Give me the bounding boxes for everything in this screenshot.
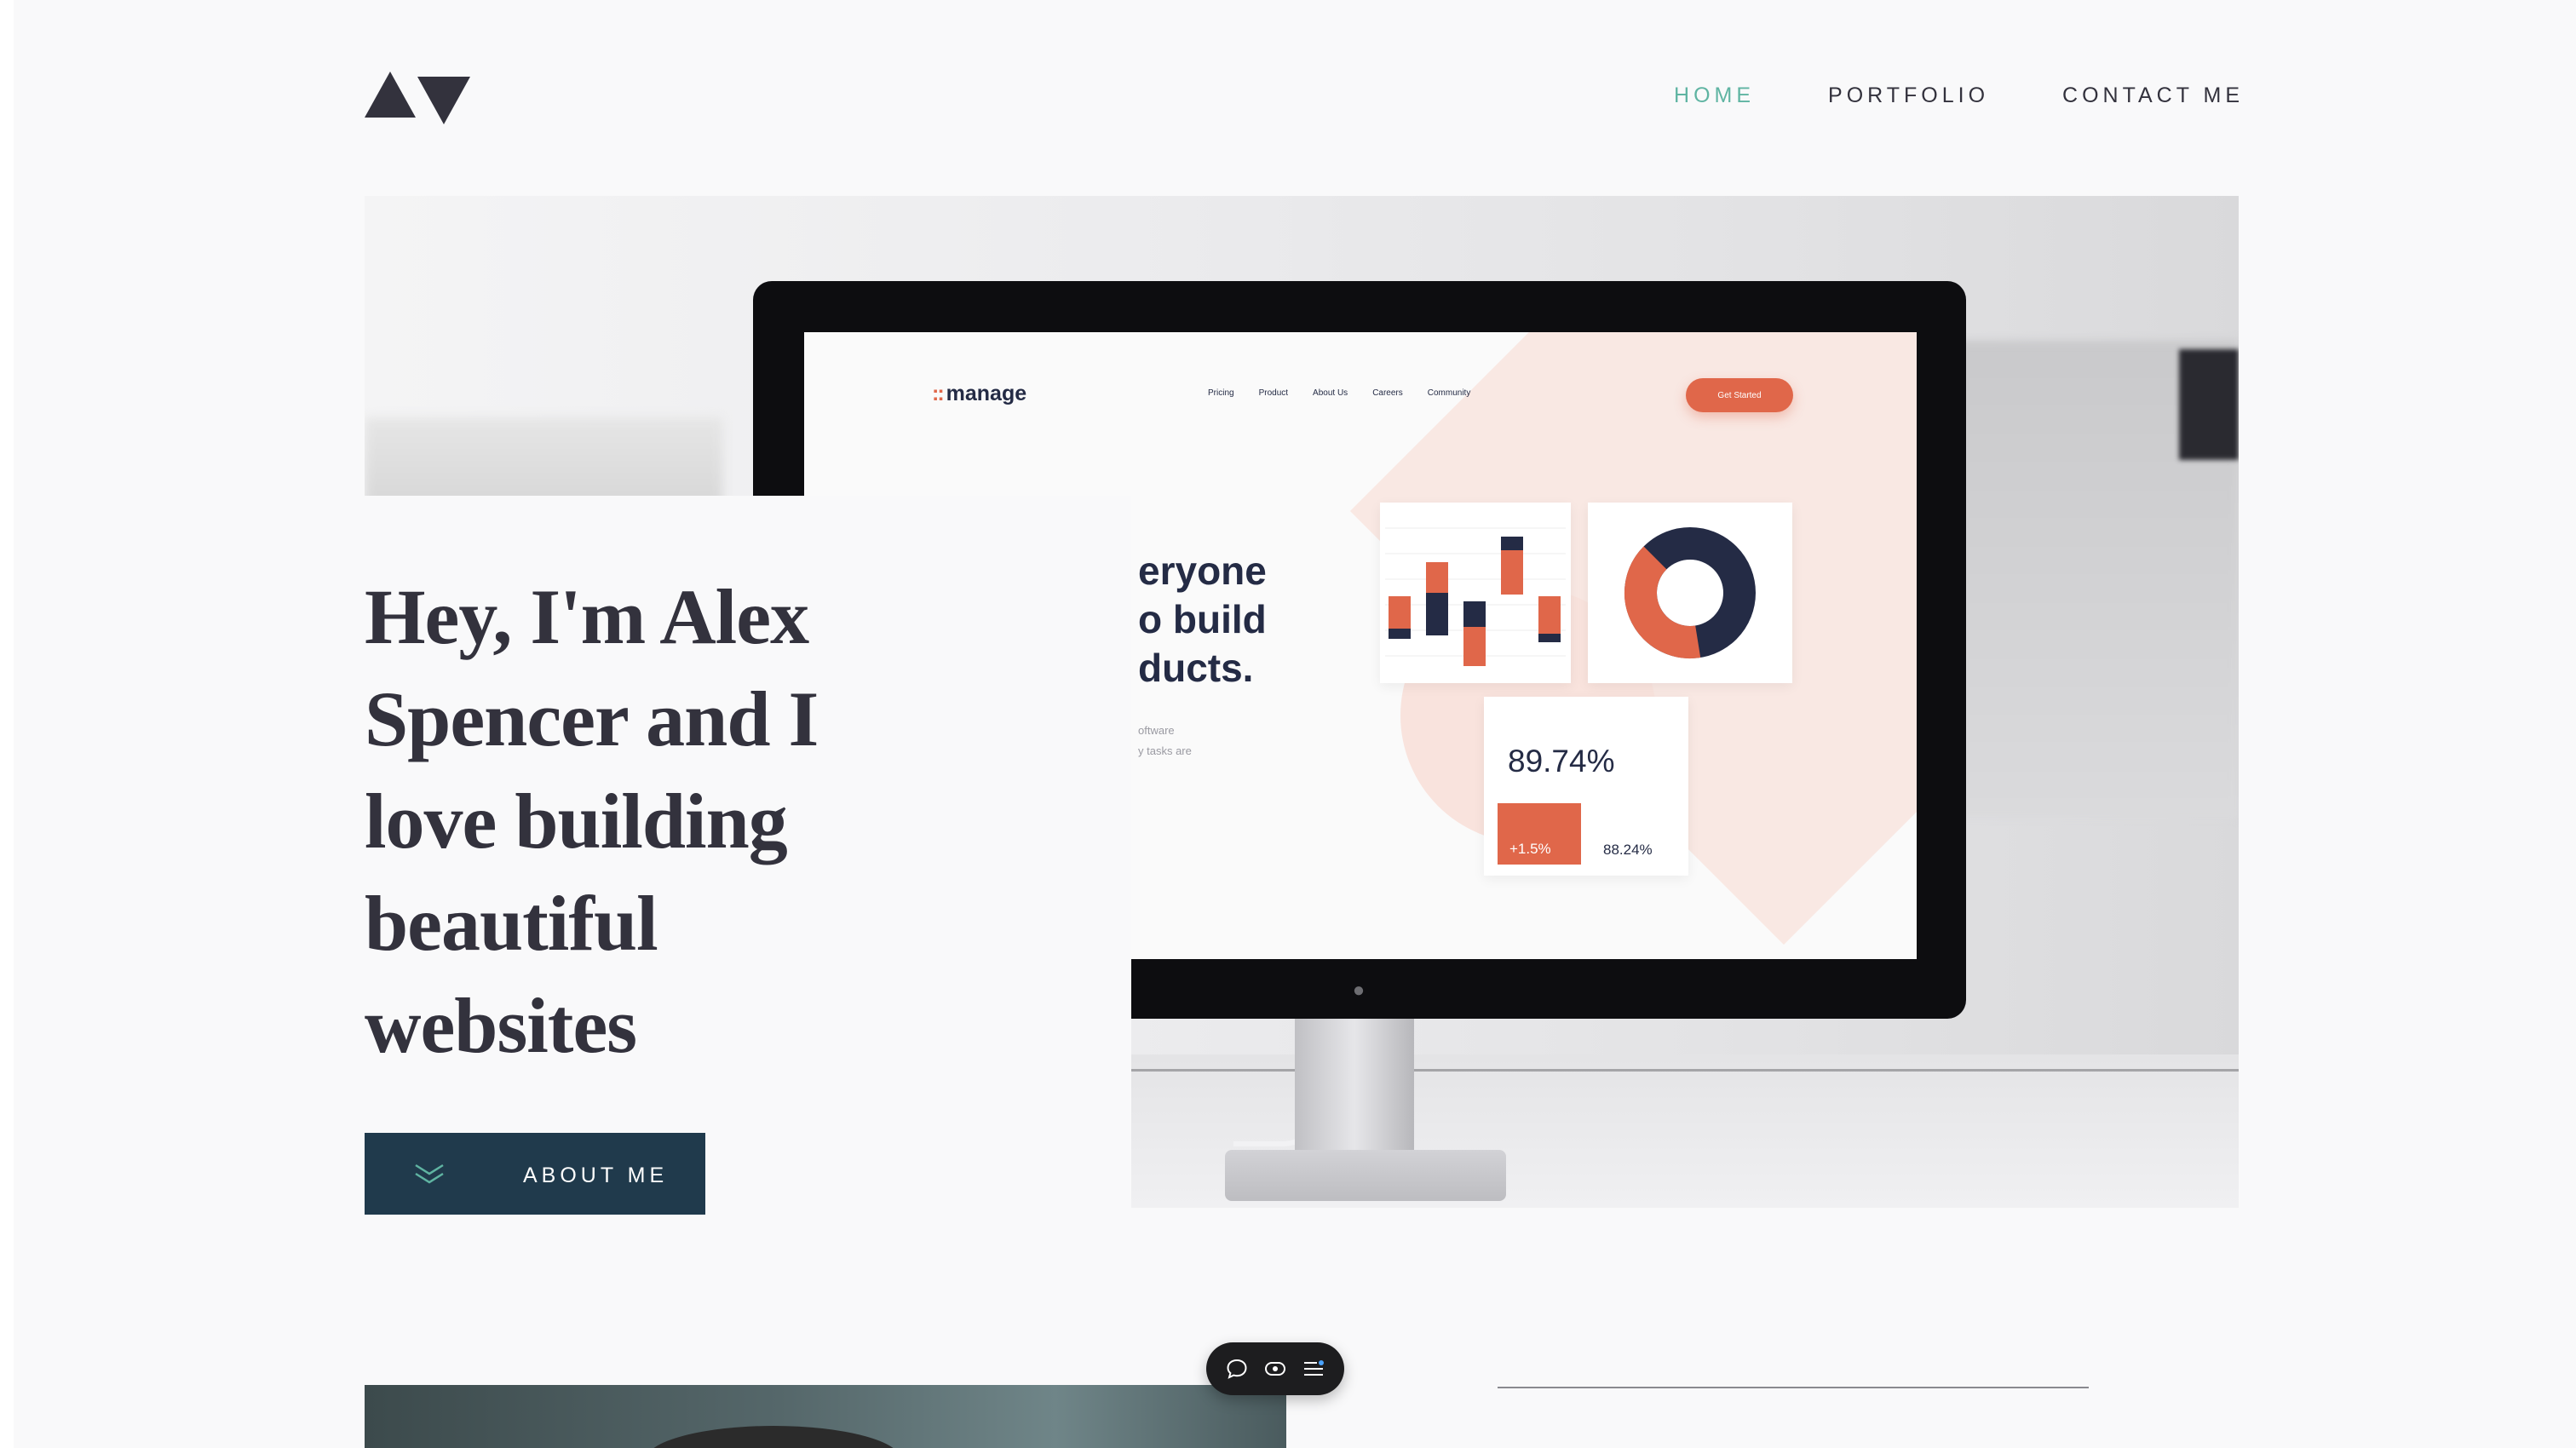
stat-main: 89.74% — [1508, 744, 1615, 779]
eye-icon[interactable] — [1262, 1356, 1288, 1382]
list-settings-icon[interactable] — [1301, 1356, 1326, 1382]
manage-cta-button: Get Started — [1686, 378, 1793, 412]
stat-up-badge: +1.5% — [1498, 803, 1581, 865]
manage-nav-item: Careers — [1372, 388, 1403, 398]
monitor-stand-base — [1225, 1150, 1506, 1201]
manage-nav-item: About Us — [1313, 388, 1348, 398]
about-me-label: ABOUT ME — [523, 1164, 669, 1187]
background-speaker — [2179, 349, 2239, 460]
manage-nav-item: Pricing — [1208, 388, 1234, 398]
donut-chart-graphic — [1624, 527, 1756, 658]
nav-home-link[interactable]: HOME — [1674, 83, 1755, 108]
about-me-button[interactable]: ABOUT ME — [365, 1133, 705, 1215]
manage-nav-item: Community — [1427, 388, 1471, 398]
manage-logo: :: manage — [932, 382, 1027, 405]
bar-chart-graphic — [1385, 527, 1566, 666]
profile-photo — [365, 1385, 1286, 1448]
section-divider — [1498, 1387, 2089, 1388]
nav-contact-link[interactable]: CONTACT ME — [2062, 83, 2244, 108]
apple-icon: ● — [1352, 979, 1366, 1002]
manage-nav: Pricing Product About Us Careers Communi… — [1208, 388, 1470, 398]
donut-chart-card — [1588, 503, 1792, 683]
stat-secondary: 88.24% — [1603, 842, 1653, 858]
nav-portfolio-link[interactable]: PORTFOLIO — [1828, 83, 1989, 108]
manage-headline: eryone o build ducts. — [1138, 549, 1267, 690]
stats-card: 89.74% +1.5% 88.24% — [1484, 697, 1688, 876]
manage-nav-item: Product — [1258, 388, 1289, 398]
double-chevron-down-icon — [415, 1164, 444, 1184]
manage-subtext: oftware y tasks are — [1138, 724, 1192, 757]
profile-photo-detail — [646, 1426, 901, 1448]
hero-headline: Hey, I'm Alex Spencer and I love buildin… — [365, 573, 819, 1069]
bar-chart-card — [1380, 503, 1571, 683]
page: HOME PORTFOLIO CONTACT ME :: manage Prici… — [14, 0, 2576, 1448]
floating-toolbar — [1206, 1342, 1344, 1395]
av-logo[interactable] — [365, 70, 470, 124]
main-nav: HOME PORTFOLIO CONTACT ME — [1674, 83, 2244, 108]
comment-icon[interactable] — [1224, 1356, 1250, 1382]
